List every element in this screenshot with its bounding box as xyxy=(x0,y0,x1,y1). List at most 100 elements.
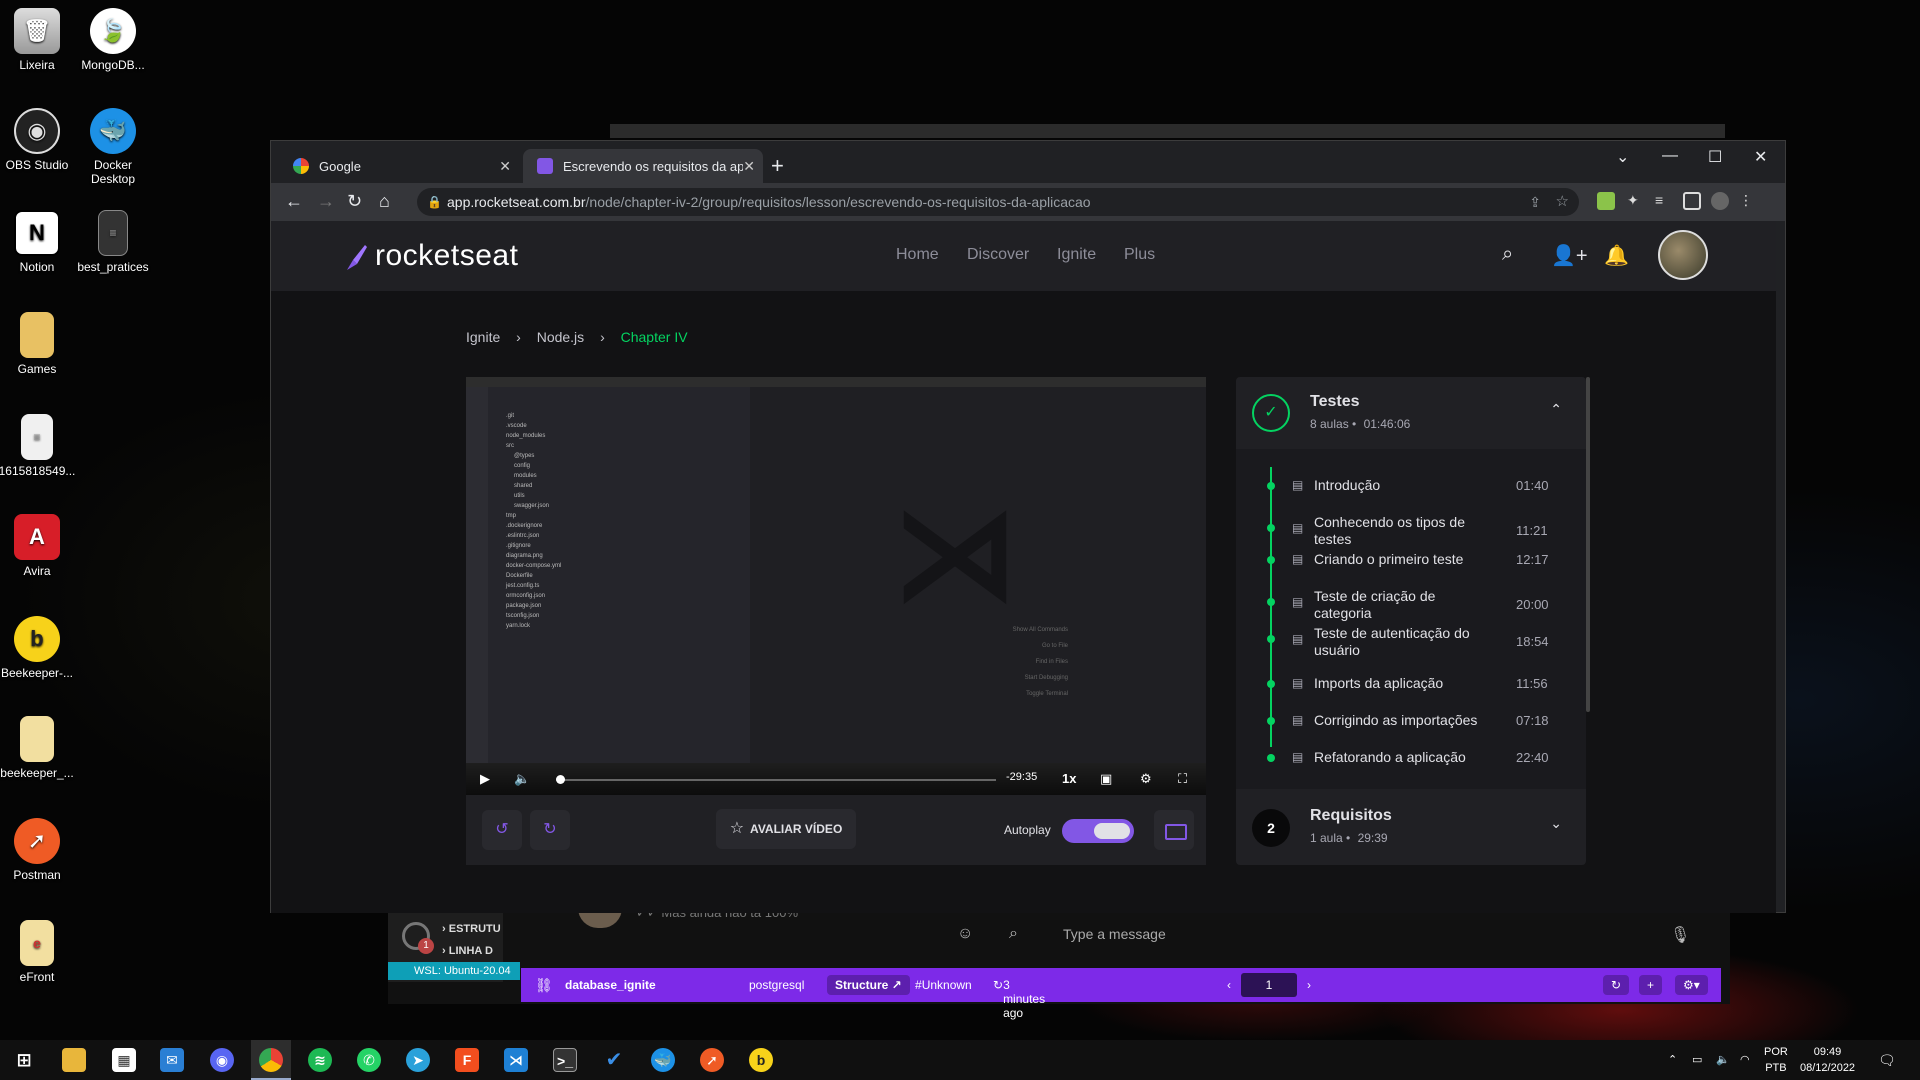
tab-rocketseat[interactable]: Escrevendo os requisitos da aplic ✕ xyxy=(523,149,763,183)
share-icon[interactable]: ⇪ xyxy=(1529,188,1541,216)
address-bar[interactable]: 🔒 app.rocketseat.com.br/node/chapter-iv-… xyxy=(417,188,1579,216)
reading-list-icon[interactable]: ≡ xyxy=(1655,192,1673,210)
desktop-icon-mongodb[interactable]: 🍃 MongoDB... xyxy=(72,8,154,72)
notifications-bell-icon[interactable]: 🔔 xyxy=(1604,243,1629,268)
video-player[interactable]: .git .vscode node_modules src @types config mo… xyxy=(466,377,1206,795)
structure-button[interactable]: Structure ↗ xyxy=(827,975,910,995)
desktop-icon-beekeeper[interactable]: b Beekeeper-... xyxy=(0,616,78,680)
chevron-up-icon[interactable]: ⌃ xyxy=(1550,401,1562,418)
forward-10-icon[interactable]: ↻ xyxy=(530,810,570,850)
desktop-icon-efront[interactable]: e eFront xyxy=(0,920,78,984)
chevron-down-icon[interactable]: ⌄ xyxy=(1550,815,1562,832)
refresh-icon[interactable]: ↻ xyxy=(1603,975,1630,995)
terminal-icon[interactable]: >_ xyxy=(553,1048,577,1072)
breadcrumb-chapter[interactable]: Chapter IV xyxy=(621,329,688,345)
nav-discover[interactable]: Discover xyxy=(967,246,1029,264)
add-friend-icon[interactable]: 👤+ xyxy=(1551,243,1588,268)
reload-icon[interactable]: ↻ xyxy=(347,191,362,212)
close-tab-icon[interactable]: ✕ xyxy=(743,158,755,175)
figma-icon[interactable]: F xyxy=(455,1048,479,1072)
puzzle-extensions-icon[interactable]: ✦ xyxy=(1627,192,1645,210)
close-tab-icon[interactable]: ✕ xyxy=(499,158,511,175)
group-header-testes[interactable]: ✓ Testes 8 aulas • 01:46:06 ⌃ xyxy=(1236,377,1586,447)
theater-mode-icon[interactable] xyxy=(1154,810,1194,850)
windows-start-icon[interactable]: ⊞ xyxy=(12,1048,36,1072)
desktop-icon-notion[interactable]: N Notion xyxy=(0,210,78,274)
page-number-input[interactable]: 1 xyxy=(1241,973,1297,997)
desktop-icon-docker[interactable]: 🐳 Docker Desktop xyxy=(72,108,154,186)
user-avatar[interactable] xyxy=(1658,230,1708,280)
desktop-icon-document[interactable]: ≡ 1615818549... xyxy=(0,414,78,478)
db-connection-name[interactable]: database_ignite xyxy=(565,978,656,992)
rate-video-button[interactable]: ☆ AVALIAR VÍDEO xyxy=(716,809,856,849)
beekeeper-icon[interactable]: b xyxy=(749,1048,773,1072)
add-row-icon[interactable]: + xyxy=(1639,975,1663,995)
bookmark-star-icon[interactable]: ☆ xyxy=(1556,188,1569,216)
vscode-icon[interactable]: ⋊ xyxy=(504,1048,528,1072)
tab-google[interactable]: Google ✕ xyxy=(279,149,519,183)
next-page-icon[interactable]: › xyxy=(1307,978,1311,992)
forward-icon[interactable]: → xyxy=(317,191,335,212)
whatsapp-icon[interactable]: ✆ xyxy=(357,1048,381,1072)
desktop-icon-best-pratices[interactable]: ≡ best_pratices xyxy=(72,210,154,274)
postman-icon[interactable]: ➚ xyxy=(700,1048,724,1072)
video-frame[interactable]: .git .vscode node_modules src @types config mo… xyxy=(466,377,1206,795)
tree-item[interactable]: › ESTRUTU xyxy=(442,918,501,940)
attach-icon[interactable]: ⌕ xyxy=(1009,925,1018,943)
docker-icon[interactable]: 🐳 xyxy=(651,1048,675,1072)
chrome-icon[interactable] xyxy=(259,1048,283,1072)
store-icon[interactable]: ▦ xyxy=(112,1048,136,1072)
close-window-button[interactable]: ✕ xyxy=(1754,147,1767,167)
new-tab-button[interactable]: + xyxy=(771,153,784,179)
clock[interactable]: 09:49 08/12/2022 xyxy=(1800,1044,1855,1076)
chat-message-input[interactable]: Type a message xyxy=(1063,926,1166,942)
spotify-icon[interactable]: ≋ xyxy=(308,1048,332,1072)
tab-search-icon[interactable]: ⌄ xyxy=(1616,147,1629,167)
wifi-icon[interactable]: ◠ xyxy=(1740,1052,1750,1068)
side-panel-icon[interactable] xyxy=(1683,192,1701,210)
todo-icon[interactable]: ✔ xyxy=(602,1048,626,1072)
language-indicator[interactable]: POR PTB xyxy=(1764,1044,1788,1076)
settings-icon[interactable]: ⚙ xyxy=(1140,771,1152,787)
rewind-10-icon[interactable]: ↺ xyxy=(482,810,522,850)
mail-icon[interactable]: ✉ xyxy=(160,1048,184,1072)
tree-item[interactable]: › LINHA D xyxy=(442,940,501,962)
desktop-icon-avira[interactable]: A Avira xyxy=(0,514,78,578)
notifications-icon[interactable]: 🗨 xyxy=(1878,1052,1896,1068)
desktop-icon-beekeeper-folder[interactable]: beekeeper_... xyxy=(0,716,78,780)
autoplay-toggle[interactable] xyxy=(1062,819,1134,843)
nav-home[interactable]: Home xyxy=(896,246,939,264)
profile-icon[interactable] xyxy=(1711,192,1729,210)
volume-icon[interactable]: 🔈 xyxy=(1716,1052,1730,1068)
prev-page-icon[interactable]: ‹ xyxy=(1227,978,1231,992)
home-icon[interactable]: ⌂ xyxy=(379,191,390,212)
pip-icon[interactable]: ▣ xyxy=(1100,771,1112,787)
fullscreen-icon[interactable]: ⛶ xyxy=(1178,771,1187,787)
volume-icon[interactable]: 🔈 xyxy=(514,771,530,787)
battery-icon[interactable]: ▭ xyxy=(1692,1052,1702,1068)
menu-kebab-icon[interactable]: ⋮ xyxy=(1739,192,1757,210)
microphone-icon[interactable]: 🎙 xyxy=(1670,925,1690,945)
rocketseat-logo[interactable]: rocketseat xyxy=(343,239,518,273)
wsl-status[interactable]: WSL: Ubuntu-20.04 xyxy=(388,962,520,980)
tray-chevron-icon[interactable]: ⌃ xyxy=(1668,1052,1677,1068)
play-icon[interactable]: ▶ xyxy=(480,771,490,787)
telegram-icon[interactable]: ➤ xyxy=(406,1048,430,1072)
lessons-scrollbar[interactable] xyxy=(1586,377,1590,712)
group-header-requisitos[interactable]: 2 Requisitos 1 aula • 29:39 ⌄ xyxy=(1236,789,1586,865)
progress-bar[interactable] xyxy=(556,779,996,781)
discord-icon[interactable]: ◉ xyxy=(210,1048,234,1072)
extension-icon[interactable] xyxy=(1597,192,1615,210)
search-icon[interactable]: ⌕ xyxy=(1502,243,1513,266)
back-icon[interactable]: ← xyxy=(285,191,303,212)
nav-plus[interactable]: Plus xyxy=(1124,246,1155,264)
settings-icon[interactable]: ⚙▾ xyxy=(1675,975,1708,995)
file-explorer-icon[interactable] xyxy=(62,1048,86,1072)
progress-handle[interactable] xyxy=(556,775,566,784)
desktop-icon-obs[interactable]: ◉ OBS Studio xyxy=(0,108,78,172)
desktop-icon-postman[interactable]: ➚ Postman xyxy=(0,818,78,882)
desktop-icon-recycle-bin[interactable]: 🗑 Lixeira xyxy=(0,8,78,72)
minimize-button[interactable]: — xyxy=(1662,147,1678,165)
breadcrumb-ignite[interactable]: Ignite xyxy=(466,329,500,345)
emoji-icon[interactable]: ☺ xyxy=(957,925,973,943)
